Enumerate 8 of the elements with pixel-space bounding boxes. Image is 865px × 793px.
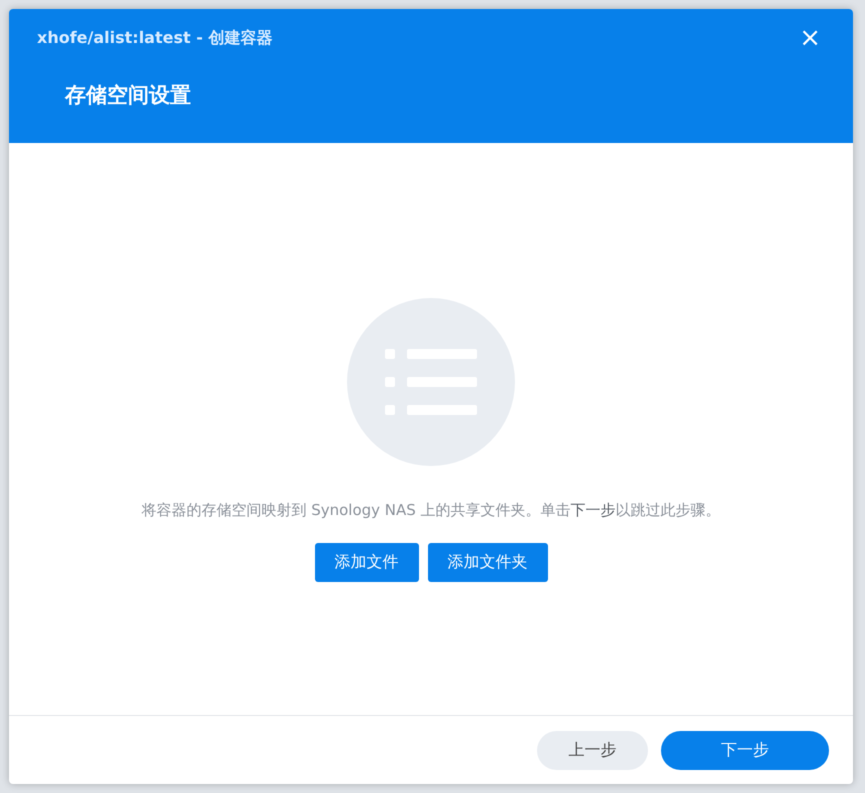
step-heading: 存储空间设置 (64, 82, 192, 109)
window-title: xhofe/alist:latest - 创建容器 (37, 28, 272, 48)
add-button[interactable]: 添加文件 (314, 543, 418, 582)
next-button[interactable]: 下一步 (661, 730, 829, 770)
add-button[interactable]: 添加文件夹 (428, 543, 548, 582)
description-text: 将容器的存储空间映射到 Synology NAS 上的共享文件夹。单击下一步以跳过此步骤。 (141, 501, 721, 520)
back-button[interactable]: 上一步 (537, 730, 648, 770)
close-button[interactable]: × (795, 25, 825, 51)
